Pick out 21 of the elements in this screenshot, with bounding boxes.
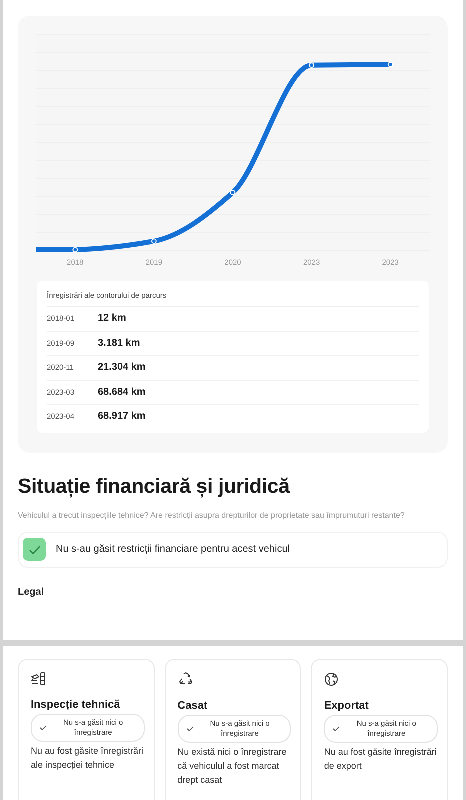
section-title: Situație financiară și juridică: [18, 474, 292, 498]
mileage-cell: 68.917 km: [98, 411, 146, 422]
card-title: Casat: [178, 700, 209, 712]
check-icon: [40, 725, 47, 731]
card-description: Nu au fost găsite înregistrări ale inspecției tehnice: [31, 745, 145, 772]
check-icon: [186, 726, 194, 732]
mileage-cell: 12 km: [98, 313, 126, 324]
section-subtitle: Vehiculul a trecut inspecțiile tehnice? Are restricții asupra drepturilor de proprietate sau împrumuturi restante?: [18, 510, 406, 522]
card-title: Inspecție tehnică: [31, 699, 122, 711]
mileage-cell: 21.304 km: [98, 362, 146, 374]
recycle-icon: [178, 672, 194, 687]
card-description: Nu au fost găsite înregistrări de export: [324, 746, 438, 773]
legal-heading: Legal: [18, 586, 46, 598]
card-description: Nu există nici o înregistrare că vehiculul a fost marcat drept casat: [178, 746, 288, 787]
status-text: Nu s-au găsit restricții financiare pentru acest vehicul: [56, 544, 290, 555]
globe-icon: [324, 672, 340, 687]
card-title: Exportat: [324, 700, 370, 712]
mileage-cell: 3.181 km: [98, 338, 140, 349]
vehicle-ruler-icon: [31, 672, 47, 686]
check-icon: [333, 726, 340, 732]
mileage-cell: 68.684 km: [98, 386, 146, 398]
